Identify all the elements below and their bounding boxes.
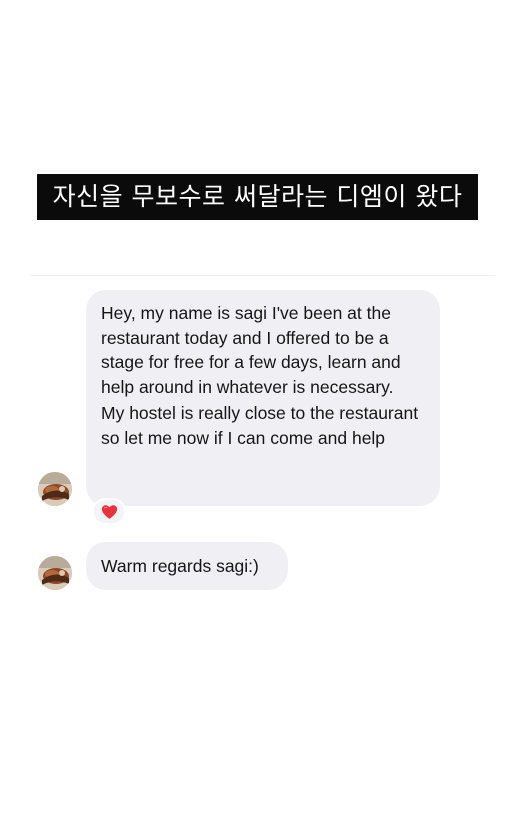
message-paragraph: My hostel is really close to the restaur… xyxy=(101,403,419,448)
message-bubble[interactable]: Warm regards sagi:) xyxy=(86,542,288,590)
profile-photo-icon xyxy=(38,556,72,590)
red-heart-icon xyxy=(101,504,117,519)
profile-photo-icon xyxy=(38,472,72,506)
message-reaction[interactable] xyxy=(92,498,126,525)
story-caption: 자신을 무보수로 써달라는 디엠이 왔다 xyxy=(37,174,478,220)
avatar[interactable] xyxy=(38,556,72,590)
message-paragraph: Hey, my name is sagi I've been at the re… xyxy=(101,303,401,397)
divider xyxy=(30,275,495,276)
message-text: Warm regards sagi:) xyxy=(101,556,259,576)
avatar[interactable] xyxy=(38,472,72,506)
message-bubble[interactable]: Hey, my name is sagi I've been at the re… xyxy=(86,290,440,506)
